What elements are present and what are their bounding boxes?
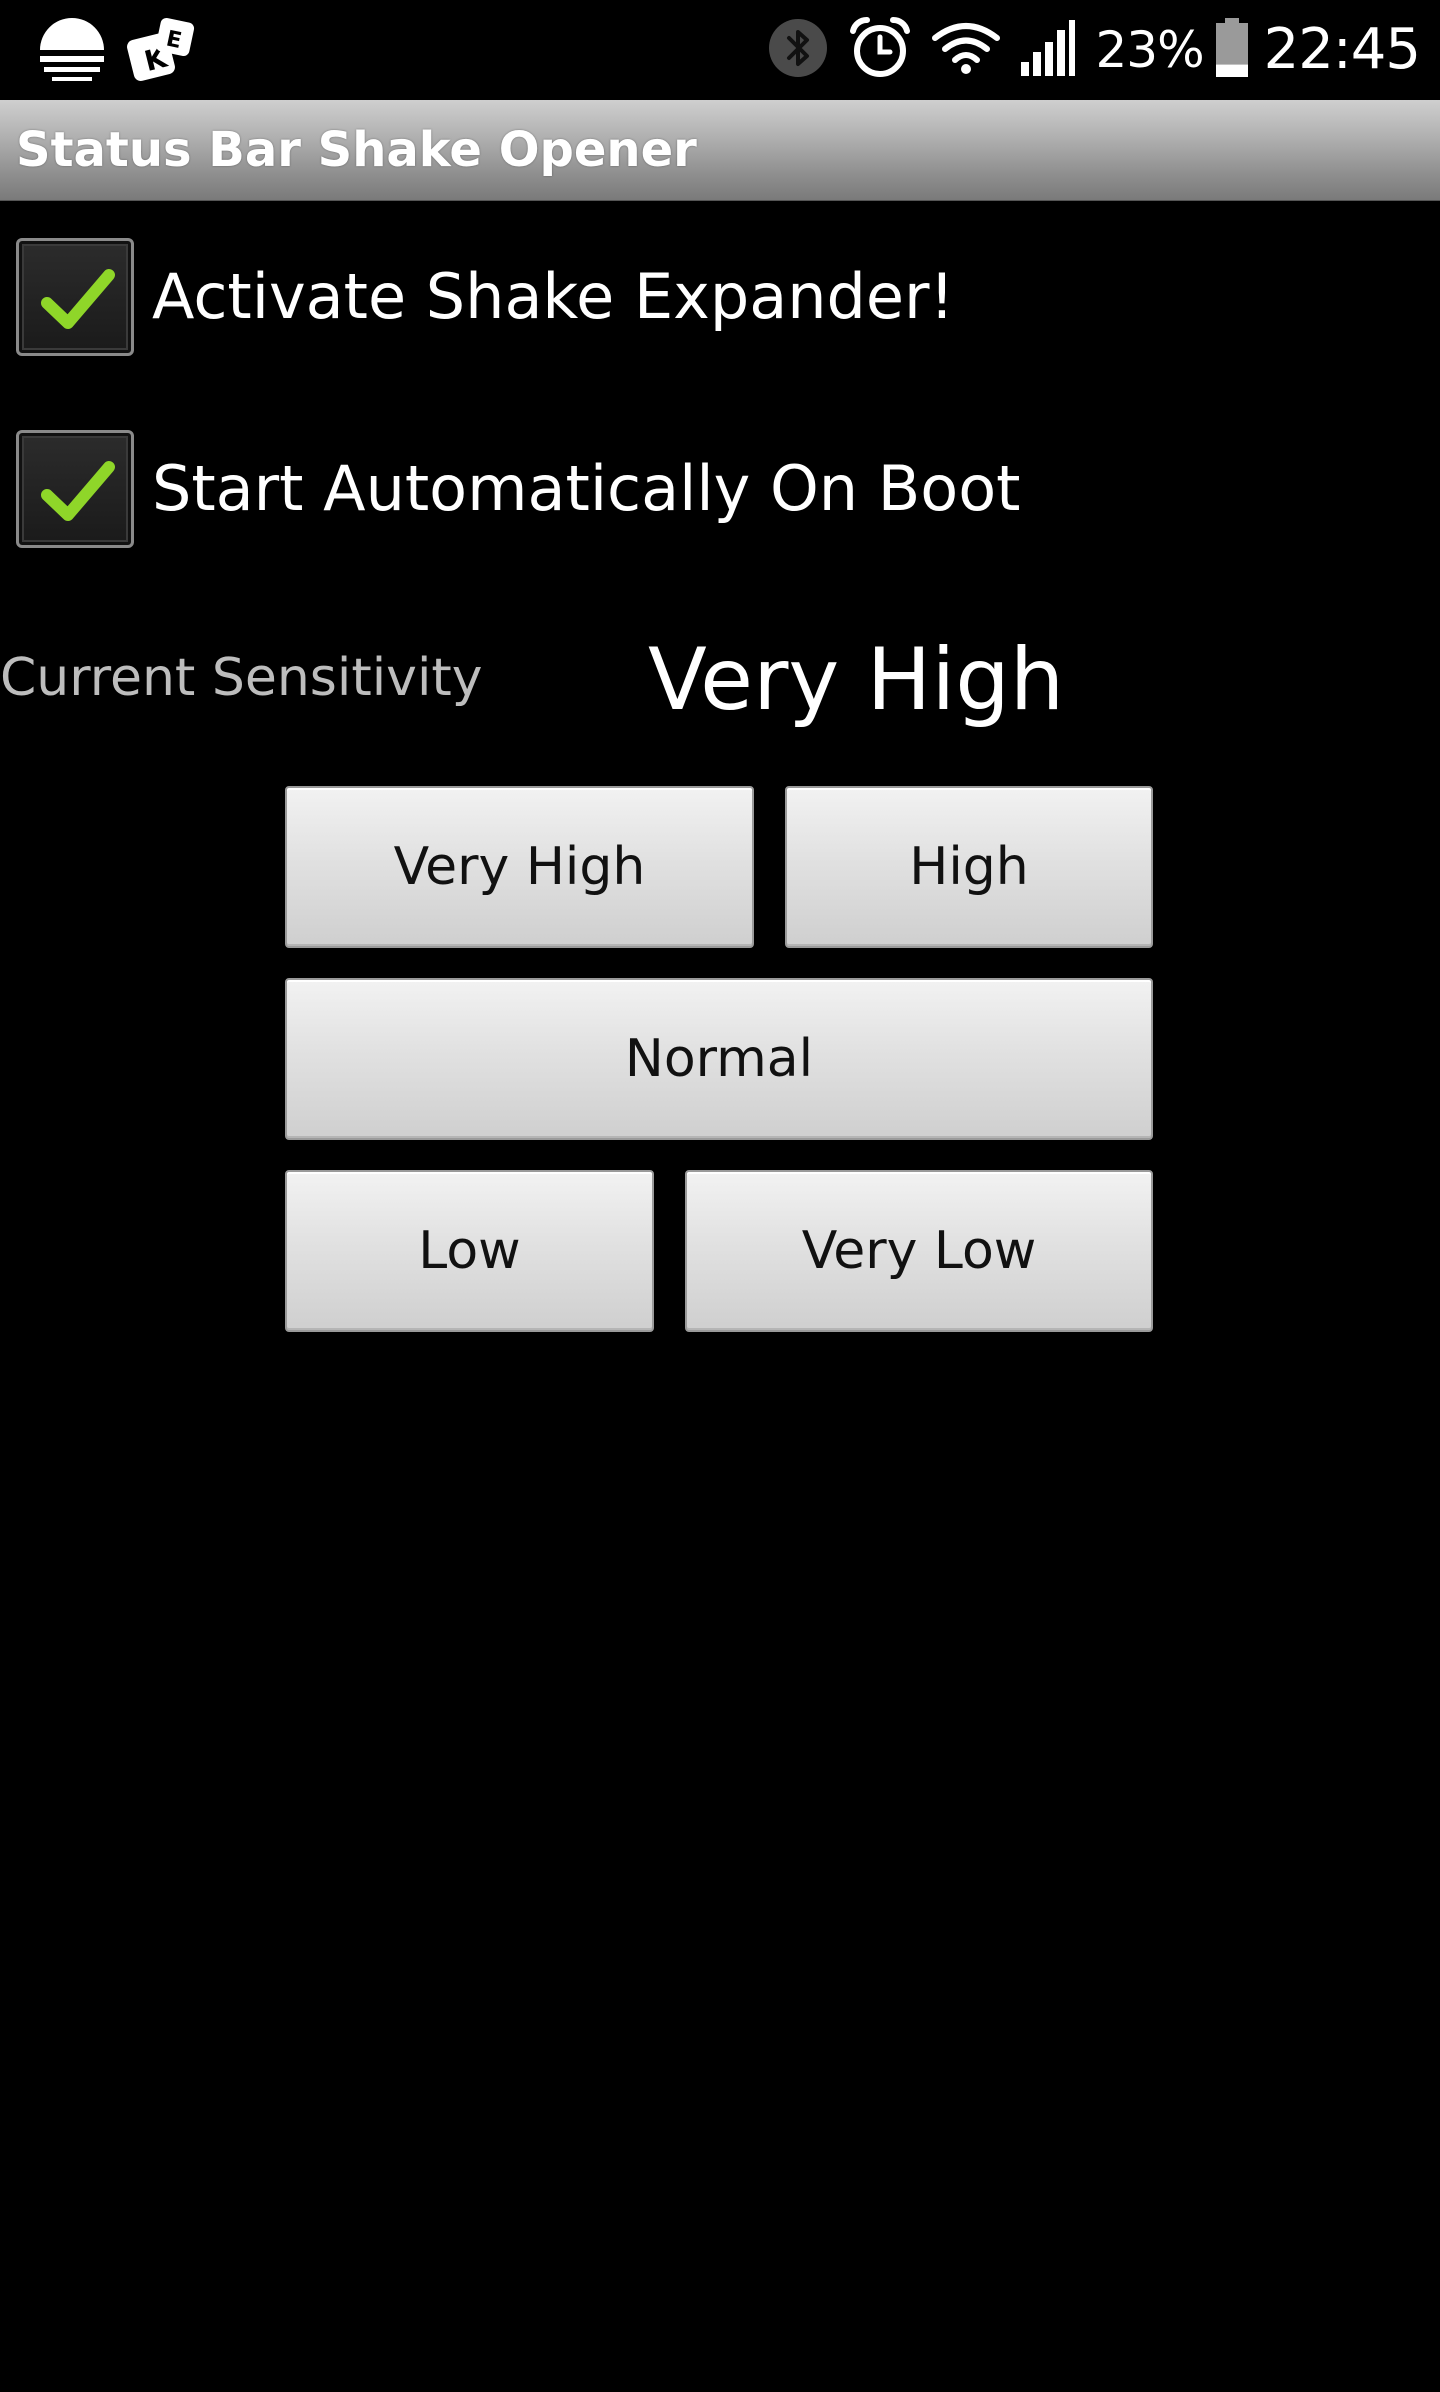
title-bar: Status Bar Shake Opener	[0, 100, 1440, 201]
current-sensitivity-value: Very High	[648, 630, 1065, 730]
activate-shake-row[interactable]: Activate Shake Expander!	[0, 238, 1440, 368]
battery-icon	[1214, 17, 1250, 83]
very-high-button[interactable]: Very High	[285, 786, 754, 948]
very-low-button[interactable]: Very Low	[685, 1170, 1153, 1332]
clock: 22:45	[1263, 17, 1421, 82]
cell-signal-icon	[1019, 18, 1077, 82]
status-bar: K E 23% 22:45	[0, 0, 1440, 100]
alarm-icon	[847, 15, 913, 85]
low-button[interactable]: Low	[285, 1170, 654, 1332]
normal-button[interactable]: Normal	[285, 978, 1153, 1140]
high-button[interactable]: High	[785, 786, 1153, 948]
checkmark-icon	[41, 269, 115, 329]
activate-shake-label: Activate Shake Expander!	[152, 260, 955, 333]
app-title: Status Bar Shake Opener	[16, 122, 697, 178]
battery-percent: 23%	[1095, 21, 1204, 79]
weather-icon	[36, 14, 108, 90]
activate-shake-checkbox[interactable]	[16, 238, 134, 356]
wifi-icon	[931, 20, 1001, 80]
start-on-boot-row[interactable]: Start Automatically On Boot	[0, 430, 1440, 560]
current-sensitivity-label: Current Sensitivity	[0, 648, 483, 708]
checkmark-icon	[41, 461, 115, 521]
start-on-boot-label: Start Automatically On Boot	[152, 452, 1021, 525]
start-on-boot-checkbox[interactable]	[16, 430, 134, 548]
bluetooth-icon	[767, 17, 829, 83]
keyboard-app-icon: K E	[122, 14, 198, 90]
